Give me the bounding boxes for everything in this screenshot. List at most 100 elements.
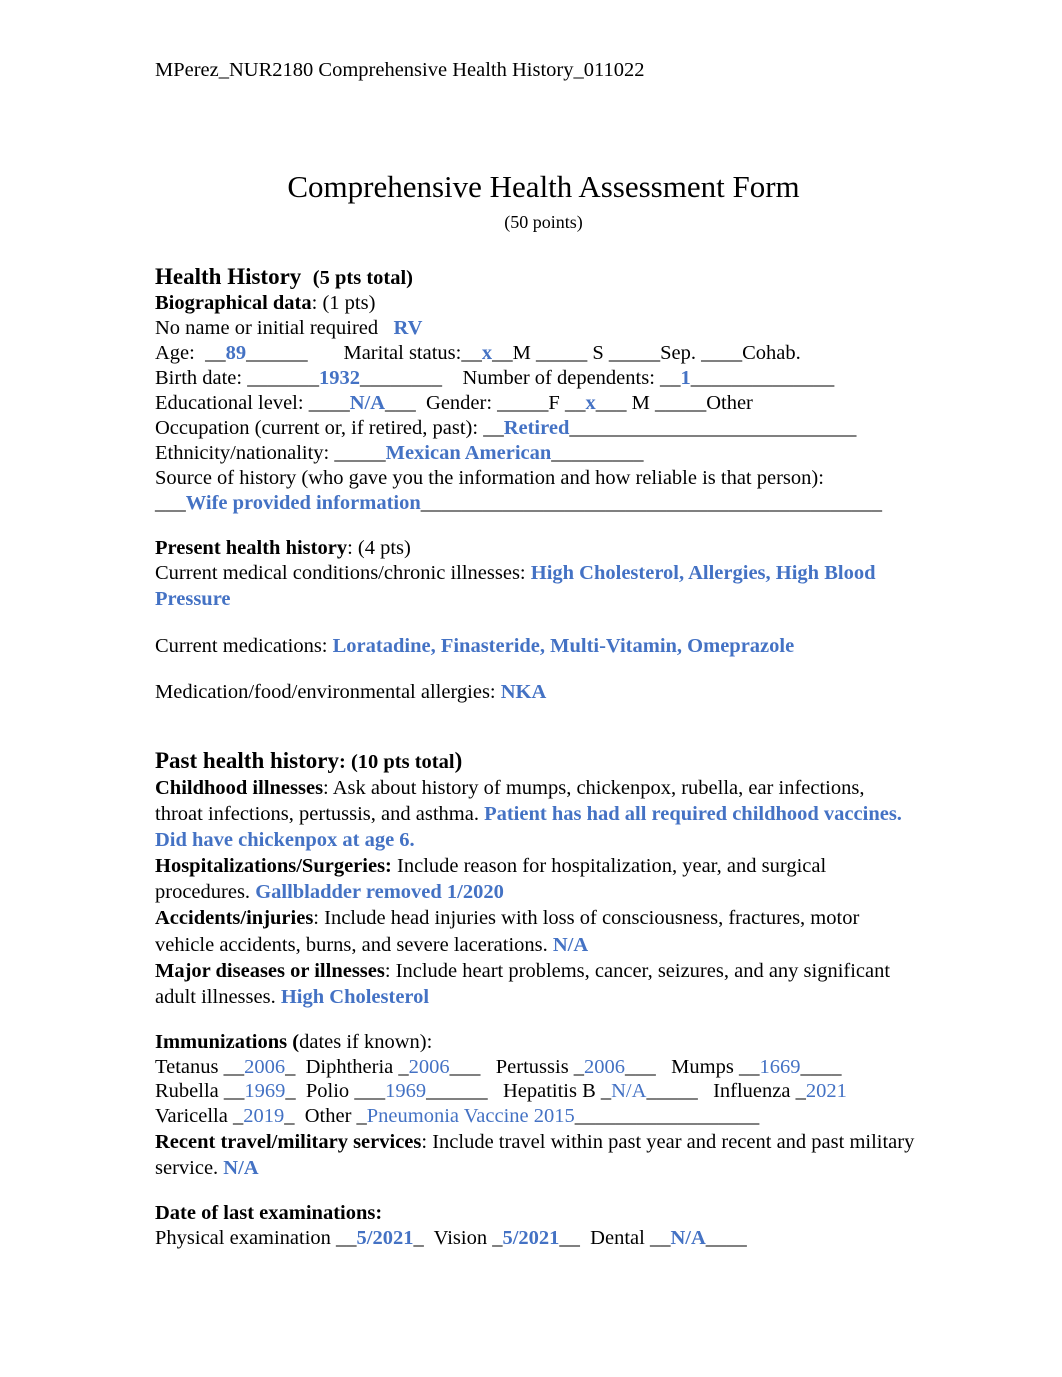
occupation-blank-pre: __: [483, 416, 504, 439]
age-value[interactable]: 89: [226, 342, 247, 364]
last-examinations-heading: Date of last examinations:: [155, 1201, 915, 1226]
rubella-blank-pre: __: [223, 1080, 245, 1103]
influenza-blank-pre: _: [795, 1080, 806, 1103]
ethnicity-label: Ethnicity/nationality:: [155, 441, 330, 464]
education-label: Educational level:: [155, 392, 304, 414]
age-blank-pre: __: [205, 342, 226, 365]
polio-blank-post: ______: [426, 1080, 488, 1103]
current-medications-value[interactable]: Loratadine, Finasteride, Multi-Vitamin, …: [333, 635, 795, 657]
spacer-after-present-history: [155, 705, 915, 747]
dependents-value[interactable]: 1: [681, 367, 691, 389]
accidents-value[interactable]: N/A: [553, 934, 588, 956]
past-health-history-points: : (10 pts total: [339, 750, 455, 773]
education-value[interactable]: N/A: [350, 392, 385, 414]
mumps-blank-pre: __: [738, 1055, 760, 1078]
vision-exam-label: Vision: [433, 1227, 488, 1250]
varicella-blank-pre: _: [232, 1105, 244, 1128]
biographical-data-label: Biographical data: [155, 292, 312, 315]
birth-date-value[interactable]: 1932: [319, 367, 360, 389]
marital-separated-blank[interactable]: _____Sep.: [609, 342, 696, 364]
varicella-value[interactable]: 2019: [243, 1105, 284, 1127]
major-diseases-value[interactable]: High Cholesterol: [281, 986, 429, 1008]
pertussis-blank-pre: _: [573, 1055, 585, 1078]
gender-other-blank[interactable]: _____Other: [655, 392, 753, 414]
health-history-label: Health History: [155, 263, 302, 289]
tetanus-value[interactable]: 2006: [244, 1056, 285, 1078]
birth-date-label: Birth date:: [155, 367, 243, 390]
other-immunization-value[interactable]: Pneumonia Vaccine 2015: [367, 1105, 575, 1127]
birth-date-blank-post: ________: [359, 367, 442, 390]
rubella-label: Rubella: [155, 1080, 219, 1103]
polio-blank-pre: ___: [354, 1080, 386, 1103]
other-blank-pre: _: [356, 1105, 367, 1128]
hospitalizations-label: Hospitalizations/Surgeries:: [155, 855, 392, 878]
source-of-history-value[interactable]: Wife provided information: [186, 492, 421, 514]
gender-male-blank-pre: __: [564, 392, 586, 414]
source-of-history-value-line: ___Wife provided information____________…: [155, 491, 915, 516]
current-medications-label: Current medications:: [155, 634, 328, 657]
present-health-history-heading: Present health history: (4 pts): [155, 536, 915, 561]
dental-blank-pre: __: [649, 1227, 671, 1250]
ethnicity-value[interactable]: Mexican American: [386, 442, 552, 464]
gender-male-mark[interactable]: x: [585, 392, 595, 414]
polio-label: Polio: [305, 1080, 350, 1103]
allergies-value[interactable]: NKA: [501, 681, 547, 703]
vision-blank-pre: _: [492, 1227, 503, 1250]
age-marital-line: Age: __89______ Marital status:__x__M __…: [155, 341, 915, 366]
marital-married-mark[interactable]: x: [482, 342, 492, 364]
major-diseases-label: Major diseases or illnesses: [155, 959, 385, 982]
vision-blank-post: __: [559, 1227, 580, 1250]
hepatitis-b-value[interactable]: N/A: [611, 1080, 646, 1102]
tetanus-label: Tetanus: [155, 1055, 219, 1078]
past-health-history-paren: ): [454, 747, 463, 773]
rubella-blank-post: _: [285, 1080, 296, 1103]
title-block: Comprehensive Health Assessment Form (50…: [155, 169, 932, 235]
physical-exam-value[interactable]: 5/2021: [357, 1227, 414, 1249]
immunizations-heading: Immunizations (dates if known):: [155, 1030, 915, 1055]
spacer-after-conditions: [155, 613, 915, 633]
birth-dependents-line: Birth date: _______1932________ Number o…: [155, 366, 915, 391]
mumps-label: Mumps: [671, 1055, 734, 1078]
other-blank-post: __________________: [574, 1105, 760, 1128]
present-health-history-label: Present health history: [155, 536, 348, 559]
spacer-after-medications: [155, 659, 915, 679]
marital-single-blank[interactable]: _____ S: [536, 342, 604, 364]
travel-military-value[interactable]: N/A: [223, 1157, 258, 1179]
biographical-data-points: : (1 pts): [311, 292, 376, 315]
pertussis-value[interactable]: 2006: [584, 1056, 625, 1078]
childhood-illnesses-line: Childhood illnesses: Ask about history o…: [155, 775, 915, 853]
dental-exam-value[interactable]: N/A: [670, 1227, 705, 1249]
varicella-label: Varicella: [155, 1105, 228, 1128]
gender-label: Gender:: [426, 392, 493, 414]
pertussis-blank-post: ___: [625, 1055, 656, 1078]
influenza-value[interactable]: 2021: [806, 1080, 847, 1102]
gender-male-blank-post: ___ M: [595, 392, 650, 414]
rubella-value[interactable]: 1969: [244, 1080, 285, 1102]
accidents-line: Accidents/injuries: Include head injurie…: [155, 905, 915, 957]
accidents-label: Accidents/injuries: [155, 907, 314, 930]
marital-cohab-blank[interactable]: ____Cohab.: [701, 342, 801, 364]
document-header: MPerez_NUR2180 Comprehensive Health Hist…: [155, 59, 645, 81]
vision-exam-value[interactable]: 5/2021: [502, 1227, 559, 1249]
education-gender-line: Educational level: ____N/A___ Gender: __…: [155, 391, 915, 416]
occupation-value[interactable]: Retired: [504, 417, 570, 439]
occupation-blank-post: ____________________________: [569, 416, 857, 439]
ethnicity-blank-pre: _____: [334, 441, 386, 464]
dependents-label: Number of dependents:: [462, 367, 655, 390]
diphtheria-value[interactable]: 2006: [409, 1056, 450, 1078]
source-of-history-label: Source of history (who gave you the info…: [155, 466, 824, 489]
hospitalizations-value[interactable]: Gallbladder removed 1/2020: [255, 881, 504, 903]
gender-female-blank[interactable]: _____F: [497, 392, 560, 414]
immunizations-row-3: Varicella _2019_ Other _Pneumonia Vaccin…: [155, 1104, 915, 1129]
past-health-history-label: Past health history: [155, 747, 339, 773]
tetanus-blank-pre: __: [223, 1055, 245, 1078]
education-blank-pre: ____: [308, 392, 350, 414]
mumps-blank-post: ____: [800, 1055, 842, 1078]
biographical-data-line: Biographical data: (1 pts): [155, 291, 915, 316]
spacer-after-biographical: [155, 516, 915, 536]
total-points: (50 points): [504, 212, 583, 233]
name-initials-value[interactable]: RV: [394, 317, 423, 339]
mumps-value[interactable]: 1669: [759, 1056, 800, 1078]
polio-value[interactable]: 1969: [385, 1080, 426, 1102]
last-examinations-line: Physical examination __5/2021_ Vision _5…: [155, 1226, 915, 1251]
